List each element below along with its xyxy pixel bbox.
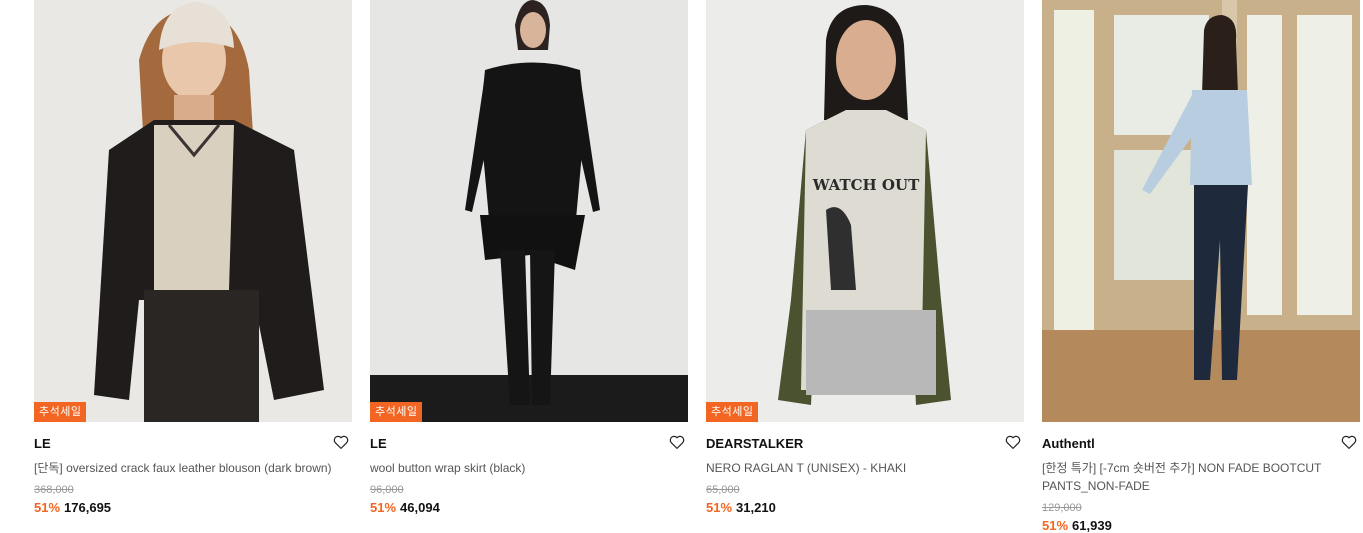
product-name[interactable]: [단독] oversized crack faux leather blouso… <box>34 459 352 477</box>
product-image[interactable]: 추석세일 <box>370 0 688 422</box>
product-photo-bootcut-pants <box>1042 0 1360 422</box>
heart-icon[interactable] <box>668 433 686 451</box>
original-price: 129,000 <box>1042 502 1082 514</box>
original-price: 96,000 <box>370 484 404 496</box>
discount-rate: 51% <box>706 500 733 515</box>
product-card[interactable]: 추석세일 LE wool button wrap skirt (black) 9… <box>370 0 688 524</box>
price-row: 51% 46,094 <box>370 500 440 515</box>
sale-badge: 추석세일 <box>34 402 87 422</box>
discount-rate: 51% <box>34 500 61 515</box>
brand-name[interactable]: LE <box>370 436 387 451</box>
brand-name[interactable]: DEARSTALKER <box>706 436 803 451</box>
heart-icon[interactable] <box>1340 433 1358 451</box>
brand-name[interactable]: LE <box>34 436 51 451</box>
heart-icon[interactable] <box>332 433 350 451</box>
product-image[interactable]: WATCH OUT 추석세일 <box>706 0 1024 422</box>
product-name[interactable]: NERO RAGLAN T (UNISEX) - KHAKI <box>706 459 1024 477</box>
sale-badge: 추석세일 <box>370 402 423 422</box>
sale-badge: 추석세일 <box>706 402 759 422</box>
price-row: 51% 176,695 <box>34 500 111 515</box>
brand-name[interactable]: Authentl <box>1042 436 1095 451</box>
price-row: 51% 61,939 <box>1042 518 1112 533</box>
product-photo-leather-jacket <box>34 0 352 422</box>
price-row: 51% 31,210 <box>706 500 776 515</box>
original-price: 368,000 <box>34 484 74 496</box>
product-image[interactable]: 추석세일 <box>34 0 352 422</box>
product-grid: 추석세일 LE [단독] oversized crack faux leathe… <box>0 0 1363 533</box>
original-price: 65,000 <box>706 484 740 496</box>
product-name[interactable]: [한정 특가] [-7cm 숏버전 추가] NON FADE BOOTCUT P… <box>1042 459 1360 495</box>
product-name[interactable]: wool button wrap skirt (black) <box>370 459 688 477</box>
svg-text:WATCH OUT: WATCH OUT <box>812 176 920 194</box>
sale-price: 176,695 <box>64 500 112 515</box>
sale-price: 61,939 <box>1072 518 1112 533</box>
product-photo-black-outfit <box>370 0 688 422</box>
discount-rate: 51% <box>1042 518 1069 533</box>
sale-price: 31,210 <box>736 500 776 515</box>
product-card[interactable]: WATCH OUT 추석세일 DEARSTALKER NERO RAGLAN T… <box>706 0 1024 524</box>
product-card[interactable]: Authentl [한정 특가] [-7cm 숏버전 추가] NON FADE … <box>1042 0 1360 533</box>
product-card[interactable]: 추석세일 LE [단독] oversized crack faux leathe… <box>34 0 352 524</box>
sale-price: 46,094 <box>400 500 440 515</box>
product-image[interactable] <box>1042 0 1360 422</box>
heart-icon[interactable] <box>1004 433 1022 451</box>
discount-rate: 51% <box>370 500 397 515</box>
product-photo-raglan-tee: WATCH OUT <box>706 0 1024 422</box>
